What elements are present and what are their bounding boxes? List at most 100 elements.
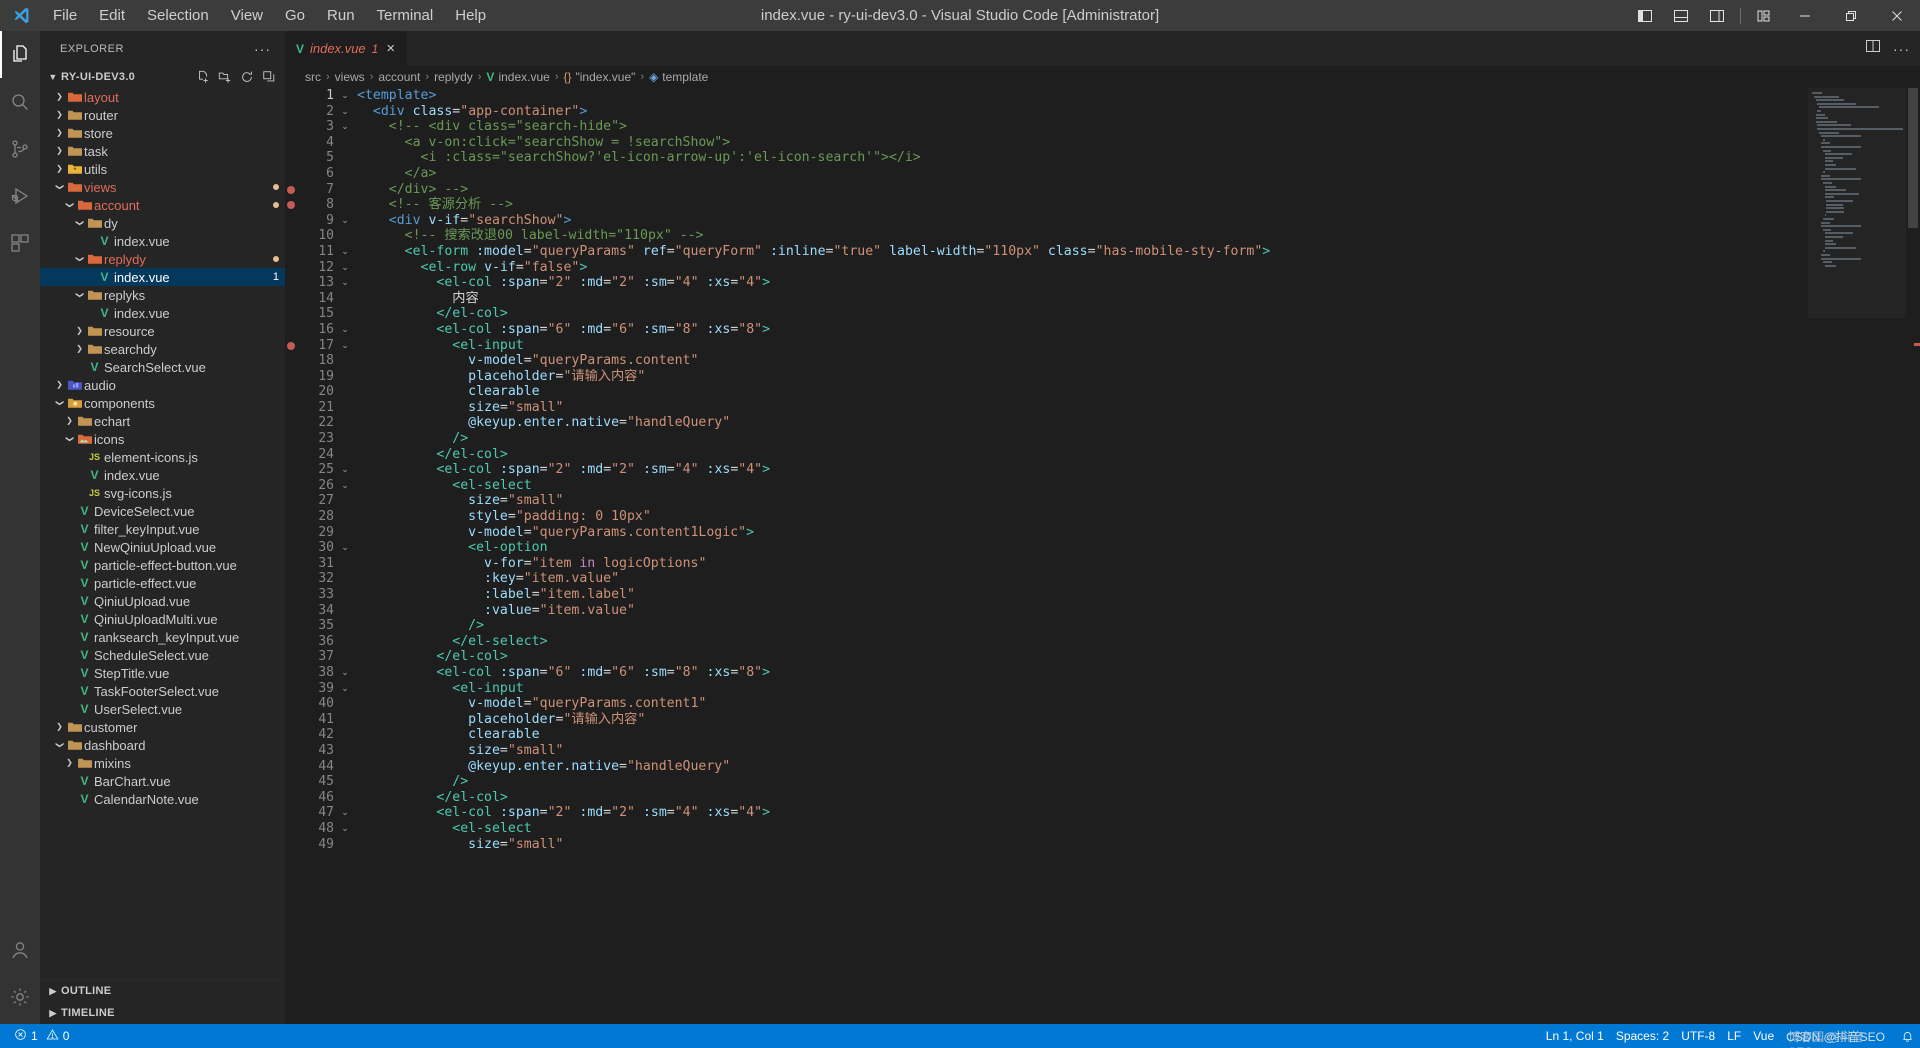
code-line[interactable]: <el-select bbox=[357, 478, 1808, 494]
tab-index-vue[interactable]: V index.vue 1 × bbox=[285, 31, 408, 66]
fold-chevron-icon[interactable]: ⌄ bbox=[337, 119, 353, 135]
tree-file-row[interactable]: VQiniuUpload.vue bbox=[40, 592, 285, 610]
code-line[interactable]: <el-input bbox=[357, 338, 1808, 354]
vertical-scrollbar[interactable] bbox=[1906, 88, 1920, 1024]
tree-folder-row[interactable]: ❯dy bbox=[40, 214, 285, 232]
tree-folder-row[interactable]: ❯router bbox=[40, 106, 285, 124]
activity-run-and-debug[interactable] bbox=[0, 172, 40, 219]
code-line[interactable]: v-for="item in logicOptions" bbox=[357, 556, 1808, 572]
tree-file-row[interactable]: VScheduleSelect.vue bbox=[40, 646, 285, 664]
code-line[interactable]: <el-form :model="queryParams" ref="query… bbox=[357, 244, 1808, 260]
fold-chevron-icon[interactable]: ⌄ bbox=[337, 213, 353, 229]
tree-file-row[interactable]: VStepTitle.vue bbox=[40, 664, 285, 682]
tree-file-row[interactable]: Vindex.vue bbox=[40, 304, 285, 322]
code-line[interactable]: :key="item.value" bbox=[357, 571, 1808, 587]
outline-section[interactable]: ▶ OUTLINE bbox=[40, 980, 285, 1002]
code-line[interactable]: <el-col :span="2" :md="2" :sm="4" :xs="4… bbox=[357, 275, 1808, 291]
tree-folder-row[interactable]: ❯replyks bbox=[40, 286, 285, 304]
close-button[interactable] bbox=[1874, 0, 1920, 31]
tree-folder-row[interactable]: ❯task bbox=[40, 142, 285, 160]
breadcrumb-replydy[interactable]: replydy bbox=[434, 70, 473, 84]
chevron-down-icon[interactable]: ❯ bbox=[51, 740, 69, 751]
tree-file-row[interactable]: VCalendarNote.vue bbox=[40, 790, 285, 808]
tree-file-row[interactable]: VTaskFooterSelect.vue bbox=[40, 682, 285, 700]
language-mode-status[interactable]: Vue bbox=[1747, 1024, 1780, 1048]
code-line[interactable]: placeholder="请输入内容" bbox=[357, 712, 1808, 728]
activity-extensions[interactable] bbox=[0, 219, 40, 266]
minimize-button[interactable] bbox=[1782, 0, 1828, 31]
breadcrumb-account[interactable]: account bbox=[378, 70, 420, 84]
tree-folder-row[interactable]: ❯customer bbox=[40, 718, 285, 736]
fold-chevron-icon[interactable]: ⌄ bbox=[337, 665, 353, 681]
chevron-right-icon[interactable]: ❯ bbox=[64, 412, 75, 430]
tree-folder-row[interactable]: ❯echart bbox=[40, 412, 285, 430]
code-line[interactable]: </el-col> bbox=[357, 447, 1808, 463]
toggle-panel-icon[interactable] bbox=[1663, 0, 1699, 31]
fold-chevron-icon[interactable]: ⌄ bbox=[337, 462, 353, 478]
chevron-down-icon[interactable]: ❯ bbox=[51, 398, 69, 409]
code-line[interactable]: :label="item.label" bbox=[357, 587, 1808, 603]
notifications-bell-icon[interactable] bbox=[1895, 1024, 1920, 1048]
code-line[interactable]: <template> bbox=[357, 88, 1808, 104]
collapse-all-icon[interactable] bbox=[259, 67, 279, 87]
code-line[interactable]: /> bbox=[357, 618, 1808, 634]
fold-chevron-icon[interactable]: ⌄ bbox=[337, 244, 353, 260]
tree-file-row[interactable]: VSearchSelect.vue bbox=[40, 358, 285, 376]
tree-folder-row[interactable]: ❯dashboard bbox=[40, 736, 285, 754]
activity-accounts[interactable] bbox=[0, 926, 40, 973]
code-content[interactable]: <template> <div class="app-container"> <… bbox=[353, 88, 1808, 1024]
split-editor-icon[interactable] bbox=[1865, 38, 1881, 59]
encoding-status[interactable]: UTF-8 bbox=[1675, 1024, 1721, 1048]
breadcrumb-src[interactable]: src bbox=[305, 70, 321, 84]
tree-file-row[interactable]: Vfilter_keyInput.vue bbox=[40, 520, 285, 538]
folding-controls[interactable]: ⌄⌄⌄⌄⌄⌄⌄⌄⌄⌄⌄⌄⌄⌄⌄⌄ bbox=[337, 88, 353, 1024]
chevron-right-icon[interactable]: ❯ bbox=[54, 124, 65, 142]
code-line[interactable]: size="small" bbox=[357, 743, 1808, 759]
fold-chevron-icon[interactable]: ⌄ bbox=[337, 322, 353, 338]
tree-folder-row[interactable]: ❯account bbox=[40, 196, 285, 214]
code-line[interactable]: :value="item.value" bbox=[357, 603, 1808, 619]
code-line[interactable]: </div> --> bbox=[357, 182, 1808, 198]
chevron-down-icon[interactable]: ❯ bbox=[61, 200, 79, 211]
tree-file-row[interactable]: VNewQiniuUpload.vue bbox=[40, 538, 285, 556]
restore-button[interactable] bbox=[1828, 0, 1874, 31]
problems-status[interactable]: 1 0 bbox=[8, 1024, 75, 1048]
activity-source-control[interactable] bbox=[0, 125, 40, 172]
chevron-right-icon[interactable]: ❯ bbox=[54, 160, 65, 178]
breakpoint-dot[interactable] bbox=[287, 186, 295, 194]
chevron-right-icon[interactable]: ❯ bbox=[54, 142, 65, 160]
explorer-more-actions-icon[interactable]: ··· bbox=[248, 41, 277, 57]
chevron-down-icon[interactable]: ❯ bbox=[71, 218, 89, 229]
code-line[interactable]: <el-col :span="6" :md="6" :sm="8" :xs="8… bbox=[357, 322, 1808, 338]
breadcrumb-views[interactable]: views bbox=[335, 70, 365, 84]
chevron-down-icon[interactable]: ❯ bbox=[71, 254, 89, 265]
tree-folder-row[interactable]: ❯resource bbox=[40, 322, 285, 340]
menu-help[interactable]: Help bbox=[444, 4, 497, 28]
more-actions-icon[interactable]: ··· bbox=[1893, 41, 1910, 57]
tree-file-row[interactable]: Vparticle-effect-button.vue bbox=[40, 556, 285, 574]
code-line[interactable]: clearable bbox=[357, 727, 1808, 743]
new-file-icon[interactable] bbox=[193, 67, 213, 87]
code-line[interactable]: <div v-if="searchShow"> bbox=[357, 213, 1808, 229]
tree-file-row[interactable]: JSelement-icons.js bbox=[40, 448, 285, 466]
fold-chevron-icon[interactable]: ⌄ bbox=[337, 805, 353, 821]
toggle-primary-sidebar-icon[interactable] bbox=[1627, 0, 1663, 31]
tree-file-row[interactable]: VDeviceSelect.vue bbox=[40, 502, 285, 520]
fold-chevron-icon[interactable]: ⌄ bbox=[337, 540, 353, 556]
breadcrumb-file[interactable]: index.vue bbox=[498, 70, 549, 84]
code-line[interactable]: </el-col> bbox=[357, 306, 1808, 322]
tree-folder-row[interactable]: ❯replydy bbox=[40, 250, 285, 268]
menu-file[interactable]: File bbox=[42, 4, 88, 28]
code-line[interactable]: <el-select bbox=[357, 821, 1808, 837]
menu-selection[interactable]: Selection bbox=[136, 4, 220, 28]
code-line[interactable]: </el-select> bbox=[357, 634, 1808, 650]
tree-folder-row[interactable]: ❯layout bbox=[40, 88, 285, 106]
code-line[interactable]: placeholder="请输入内容" bbox=[357, 369, 1808, 385]
tree-folder-row[interactable]: ❯views bbox=[40, 178, 285, 196]
tree-folder-row[interactable]: ❯icons bbox=[40, 430, 285, 448]
chevron-down-icon[interactable]: ❯ bbox=[51, 182, 69, 193]
code-line[interactable]: <el-col :span="2" :md="2" :sm="4" :xs="4… bbox=[357, 462, 1808, 478]
file-tree[interactable]: ❯layout❯router❯store❯task❯utils❯views❯ac… bbox=[40, 88, 285, 979]
tree-file-row[interactable]: Vparticle-effect.vue bbox=[40, 574, 285, 592]
fold-chevron-icon[interactable]: ⌄ bbox=[337, 338, 353, 354]
